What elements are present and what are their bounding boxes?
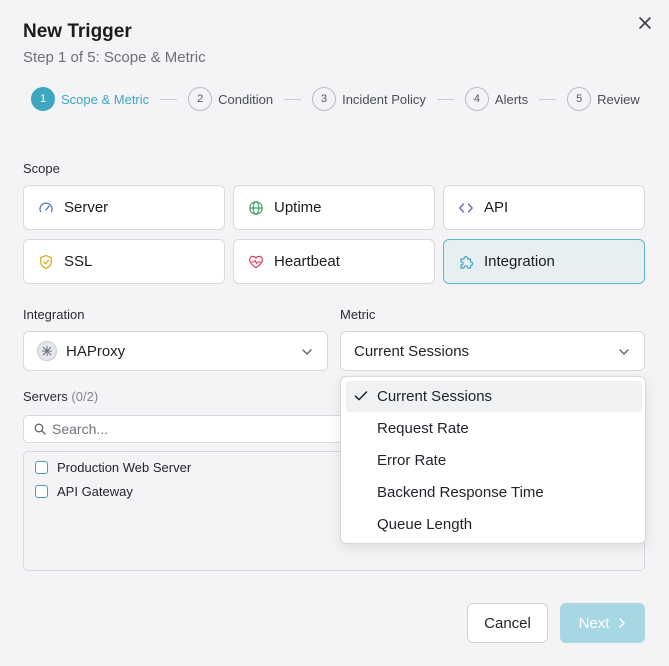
metric-option[interactable]: Current Sessions [346,381,642,412]
metric-label: Metric [340,307,376,322]
metric-option[interactable]: Queue Length [346,509,642,540]
step-alerts[interactable]: 4 Alerts [464,87,529,111]
chevron-right-icon [619,618,626,628]
step-number: 4 [464,87,489,111]
step-divider [539,98,557,100]
step-divider [436,98,454,100]
metric-option[interactable]: Backend Response Time [346,477,642,508]
scope-heartbeat-button[interactable]: Heartbeat [233,239,435,284]
step-label: Review [597,91,640,107]
metric-option[interactable]: Error Rate [346,445,642,476]
next-button-label: Next [578,614,610,632]
step-incident-policy[interactable]: 3 Incident Policy [312,87,426,111]
chevron-down-icon [619,349,629,355]
step-label: Incident Policy [342,91,426,107]
server-name: API Gateway [57,484,133,499]
globe-icon [249,200,263,215]
dialog-subtitle: Step 1 of 5: Scope & Metric [23,49,206,66]
server-checkbox[interactable] [35,485,48,498]
server-search-input[interactable] [52,421,332,437]
step-scope-metric[interactable]: 1 Scope & Metric [31,87,149,111]
list-item[interactable]: API Gateway [35,484,133,499]
metric-option-label: Queue Length [377,516,473,533]
servers-label: Servers (0/2) [23,389,98,404]
step-divider [160,98,178,100]
integration-value: HAProxy [66,342,126,360]
step-label: Alerts [494,91,529,107]
heart-pulse-icon [249,255,263,268]
chevron-down-icon [302,349,312,355]
step-review[interactable]: 5 Review [567,87,640,111]
server-search [23,415,353,443]
servers-count: (0/2) [71,389,99,404]
puzzle-icon [460,255,474,269]
close-icon[interactable] [636,14,654,32]
next-button[interactable]: Next [560,603,645,643]
scope-api-button[interactable]: API [443,185,645,230]
list-item[interactable]: Production Web Server [35,460,191,475]
metric-option-label: Error Rate [377,452,447,469]
server-name: Production Web Server [57,460,192,475]
scope-label: Scope [23,161,60,176]
step-label: Condition [218,91,274,107]
haproxy-logo-icon [37,341,57,361]
servers-label-text: Servers [23,389,68,404]
metric-option[interactable]: Request Rate [346,413,642,444]
server-checkbox[interactable] [35,461,48,474]
shield-check-icon [40,254,52,269]
integration-select[interactable]: HAProxy [23,331,328,371]
scope-uptime-button[interactable]: Uptime [233,185,435,230]
step-divider [284,98,302,100]
search-icon [34,423,46,435]
code-icon [459,202,473,213]
step-label: Scope & Metric [61,91,150,107]
stepper: 1 Scope & Metric 2 Condition 3 Incident … [31,87,640,111]
step-number: 3 [312,87,337,111]
scope-integration-button[interactable]: Integration [443,239,645,284]
step-number: 1 [31,87,55,111]
cancel-button[interactable]: Cancel [467,603,548,643]
metric-option-label: Backend Response Time [377,484,544,501]
new-trigger-dialog: New Trigger Step 1 of 5: Scope & Metric … [0,0,669,666]
step-number: 5 [567,87,592,111]
scope-label-text: Heartbeat [274,253,340,270]
scope-ssl-button[interactable]: SSL [23,239,225,284]
scope-label-text: Uptime [274,199,322,216]
integration-label: Integration [23,307,85,322]
step-condition[interactable]: 2 Condition [188,87,273,111]
step-number: 2 [188,87,213,111]
metric-select[interactable]: Current Sessions [340,331,645,371]
scope-server-button[interactable]: Server [23,185,225,230]
metric-option-label: Current Sessions [377,388,493,405]
scope-label-text: Server [64,199,109,216]
scope-label-text: API [484,199,509,216]
metric-value: Current Sessions [354,342,470,360]
scope-label-text: Integration [484,253,555,270]
check-icon [354,391,368,401]
metric-option-label: Request Rate [377,420,469,437]
scope-label-text: SSL [64,253,93,270]
dialog-title: New Trigger [23,21,132,42]
metric-dropdown-menu: Current Sessions Request Rate Error Rate… [340,376,646,544]
gauge-icon [39,201,53,212]
